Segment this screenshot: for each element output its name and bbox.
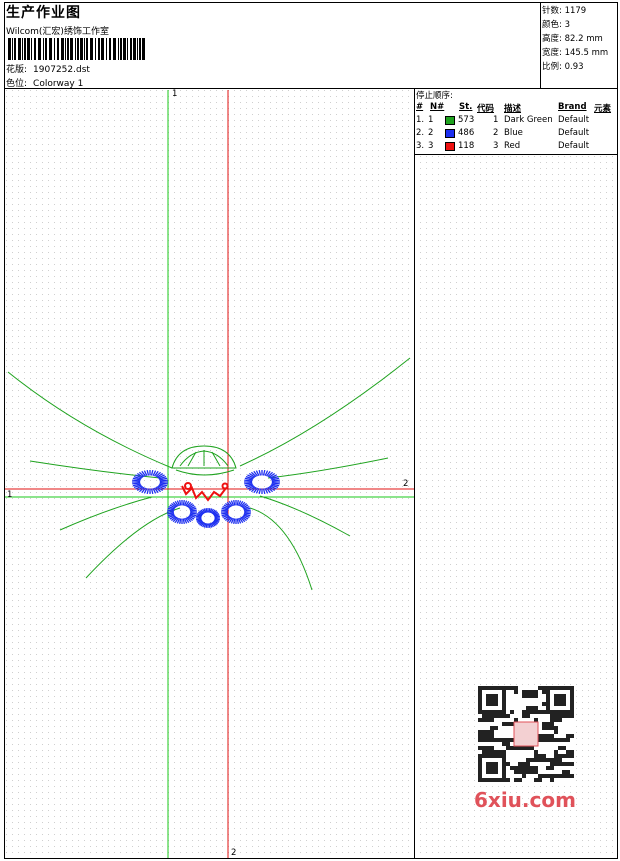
axis-label-1-left: 1 xyxy=(7,490,13,500)
qr-code-icon xyxy=(478,686,574,782)
axis-label-2-right: 2 xyxy=(403,479,409,489)
green-outline-stitches xyxy=(7,357,411,591)
axis-label-2-bottom: 2 xyxy=(231,848,237,858)
axis-label-1-top: 1 xyxy=(172,89,178,99)
production-worksheet: 生产作业图 Wilcom(汇宏)绣饰工作室 花版: 1907252.dst 色位:… xyxy=(0,0,620,861)
watermark: 6xiu.com xyxy=(474,788,576,812)
